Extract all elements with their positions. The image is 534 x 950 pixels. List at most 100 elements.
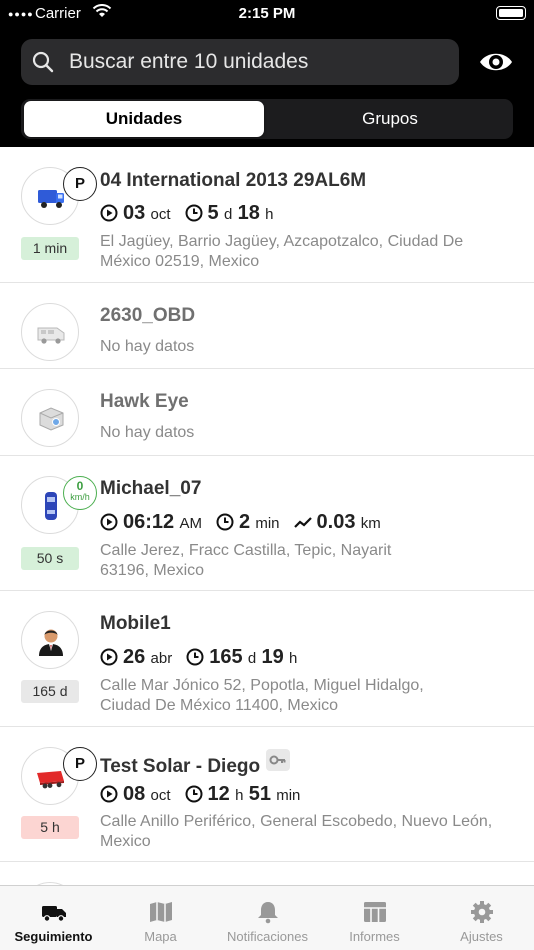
unit-address: El Jagüey, Barrio Jagüey, Azcapotzalco, … — [100, 233, 464, 270]
search-placeholder: Buscar entre 10 unidades — [69, 50, 309, 73]
stat-duration-a-unit: d — [223, 206, 233, 223]
last-update-badge: 1 min — [21, 237, 79, 260]
unit-stats: 06:12 AM 2 min 0.03 km — [100, 511, 381, 535]
segmented-control: Unidades Grupos — [21, 99, 513, 139]
stat-day: 08 — [123, 783, 146, 805]
stat-duration-b: 18 — [237, 202, 260, 224]
stat-duration-b-unit: min — [276, 787, 301, 804]
unit-list: P 1 min 04 International 2013 29AL6M 03 … — [0, 147, 534, 885]
play-circle-icon — [100, 648, 118, 666]
clock-icon — [185, 204, 203, 222]
tab-label: Informes — [349, 929, 400, 944]
stat-time: 06:12 — [123, 511, 175, 533]
unit-address: Calle Anillo Periférico, General Escobed… — [100, 813, 493, 850]
segment-groups[interactable]: Grupos — [270, 101, 510, 137]
speed-indicator: 0 km/h — [63, 476, 97, 510]
tab-label: Mapa — [144, 929, 177, 944]
battery-icon — [496, 6, 526, 20]
stat-day: 26 — [123, 646, 146, 668]
unit-avatar — [21, 611, 79, 669]
clock-icon — [185, 785, 203, 803]
parked-indicator: P — [63, 747, 97, 781]
unit-address: Calle Jerez, Fracc Castilla, Tepic, Naya… — [100, 542, 392, 579]
unit-name: 2630_OBD — [100, 305, 196, 326]
unit-name: 04 International 2013 29AL6M — [100, 170, 367, 191]
header: ●●●● Carrier 2:15 PM Buscar entre 10 uni… — [0, 0, 534, 147]
map-icon — [150, 902, 172, 922]
unit-avatar — [21, 389, 79, 447]
unit-row[interactable]: P 5 h Test Solar - Diego 08 oct 12 h 51 m… — [0, 727, 534, 862]
last-update-badge: 165 d — [21, 680, 79, 703]
no-data-label: No hay datos — [100, 424, 195, 441]
tab-bar: Seguimiento Mapa Notificaciones Informes — [0, 885, 534, 950]
stat-time-ampm: AM — [179, 515, 202, 532]
speed-unit: km/h — [70, 492, 90, 502]
no-data-label: No hay datos — [100, 338, 195, 355]
tab-notificaciones[interactable]: Notificaciones — [214, 886, 321, 950]
unit-name: Michael_07 — [100, 478, 202, 499]
play-circle-icon — [100, 204, 118, 222]
stat-duration-b-unit: h — [265, 206, 274, 223]
stat-month: oct — [150, 206, 171, 223]
speed-value: 0 — [76, 479, 84, 493]
unit-row[interactable]: 0 km/h 50 s Michael_07 06:12 AM 2 min 0.03… — [0, 456, 534, 591]
tab-seguimiento[interactable]: Seguimiento — [0, 886, 107, 950]
unit-name: Hawk Eye — [100, 391, 189, 412]
clock: 2:15 PM — [238, 5, 296, 22]
van-icon — [37, 327, 65, 344]
trend-icon — [293, 517, 312, 528]
search-input[interactable]: Buscar entre 10 unidades — [21, 39, 459, 85]
tab-ajustes[interactable]: Ajustes — [428, 886, 534, 950]
unit-name: Mobile1 — [100, 613, 171, 634]
device-icon — [39, 407, 64, 431]
clock-icon — [216, 513, 234, 531]
unit-stats: 26 abr 165 d 19 h — [100, 646, 297, 670]
stat-distance: 0.03 — [316, 511, 356, 533]
tab-label: Seguimiento — [14, 929, 93, 944]
tab-label: Notificaciones — [227, 929, 308, 944]
last-update-badge: 50 s — [21, 547, 79, 570]
play-circle-icon — [100, 785, 118, 803]
person-icon — [39, 629, 63, 656]
stat-duration: 2 — [238, 511, 251, 533]
table-icon — [364, 902, 386, 922]
unit-row-partial[interactable] — [0, 862, 534, 885]
stat-duration-a-unit: d — [247, 650, 257, 667]
last-update-badge: 5 h — [21, 816, 79, 839]
unit-row[interactable]: P 1 min 04 International 2013 29AL6M 03 … — [0, 147, 534, 283]
play-circle-icon — [100, 513, 118, 531]
unit-row[interactable]: Hawk Eye No hay datos — [0, 369, 534, 456]
unit-name: Test Solar - Diego — [100, 756, 261, 777]
unit-stats: 08 oct 12 h 51 min — [100, 783, 300, 807]
truck-tab-icon — [42, 906, 66, 922]
unit-row[interactable]: 165 d Mobile1 26 abr 165 d 19 h Calle Mar… — [0, 591, 534, 727]
stat-duration-a-unit: h — [235, 787, 244, 804]
stat-day: 03 — [123, 202, 146, 224]
unit-row[interactable]: 2630_OBD No hay datos — [0, 283, 534, 369]
stat-duration-b: 19 — [261, 646, 284, 668]
stat-duration-a: 5 — [207, 202, 219, 224]
unit-stats: 03 oct 5 d 18 h — [100, 202, 273, 226]
stat-duration-b-unit: h — [289, 650, 298, 667]
gear-icon — [471, 901, 493, 923]
stat-duration-b: 51 — [248, 783, 271, 805]
unit-name-line: Test Solar - Diego — [100, 749, 291, 778]
stat-duration-unit: min — [255, 515, 280, 532]
tab-informes[interactable]: Informes — [321, 886, 428, 950]
stat-month: abr — [150, 650, 173, 667]
clock-icon — [186, 648, 204, 666]
tab-label: Ajustes — [460, 929, 503, 944]
stat-duration-a: 165 — [209, 646, 243, 668]
eye-icon[interactable] — [478, 45, 514, 79]
tab-mapa[interactable]: Mapa — [107, 886, 214, 950]
parked-indicator: P — [63, 167, 97, 201]
stat-month: oct — [150, 787, 171, 804]
unit-avatar — [21, 303, 79, 361]
stat-distance-unit: km — [360, 515, 381, 532]
stat-duration-a: 12 — [207, 783, 230, 805]
status-bar: ●●●● Carrier 2:15 PM — [0, 0, 534, 28]
bell-icon — [258, 902, 278, 924]
segment-units[interactable]: Unidades — [24, 101, 264, 137]
unit-address: Calle Mar Jónico 52, Popotla, Miguel Hid… — [100, 677, 424, 714]
key-icon — [266, 749, 291, 771]
